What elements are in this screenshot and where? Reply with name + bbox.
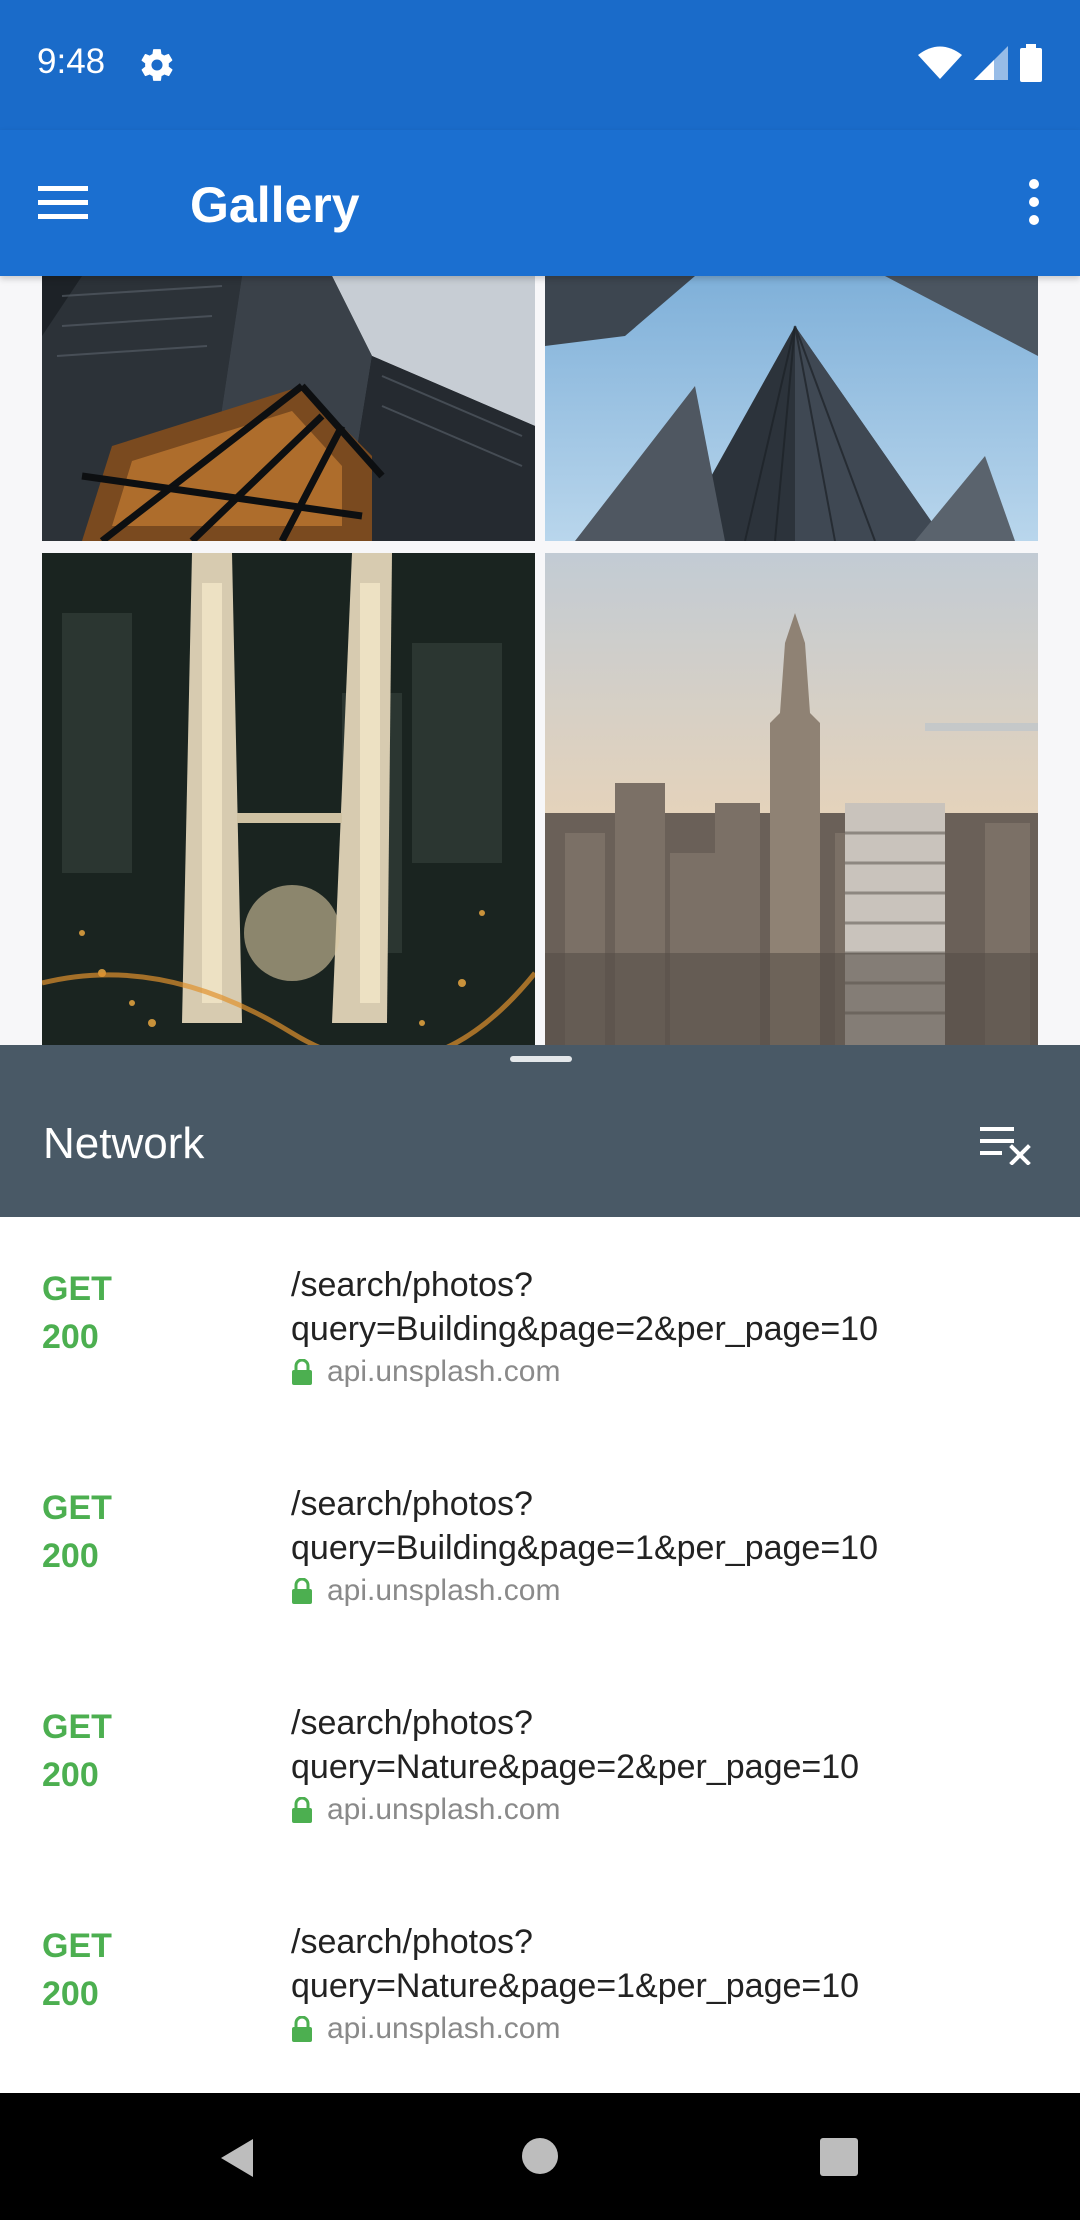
wifi-icon: [918, 46, 962, 85]
request-path: /search/photos? query=Nature&page=1&per_…: [291, 1920, 1051, 2008]
photo-grid: [0, 276, 1080, 1046]
network-request-list: GET 200 /search/photos? query=Building&p…: [0, 1217, 1080, 2093]
lock-icon: [292, 2016, 312, 2042]
network-panel-title: Network: [43, 1119, 205, 1168]
panel-drag-handle[interactable]: [510, 1056, 572, 1062]
request-method-status: GET 200: [42, 1922, 112, 2018]
clear-all-icon: [980, 1127, 1031, 1166]
request-path-line2: query=Nature&page=2&per_page=10: [291, 1748, 860, 1786]
request-host: api.unsplash.com: [291, 1355, 560, 1389]
request-status: 200: [42, 1537, 99, 1575]
request-path-line2: query=Nature&page=1&per_page=10: [291, 1967, 860, 2005]
network-panel-header: Network: [0, 1045, 1080, 1217]
settings-icon: [138, 46, 176, 84]
back-button[interactable]: [215, 2135, 261, 2181]
request-path: /search/photos? query=Building&page=2&pe…: [291, 1263, 1051, 1351]
request-method-status: GET 200: [42, 1703, 112, 1799]
request-status: 200: [42, 1975, 99, 2013]
more-vert-icon: [1029, 179, 1039, 225]
request-host-text: api.unsplash.com: [327, 2012, 561, 2045]
request-host: api.unsplash.com: [291, 1574, 560, 1608]
signal-icon: [974, 46, 1008, 85]
status-time: 9:48: [37, 42, 106, 81]
photo-tile[interactable]: [545, 553, 1038, 1046]
request-host: api.unsplash.com: [291, 2012, 560, 2046]
menu-icon: [38, 186, 88, 219]
request-path: /search/photos? query=Nature&page=2&per_…: [291, 1701, 1051, 1789]
overflow-menu-button[interactable]: [1014, 176, 1054, 232]
request-row[interactable]: GET 200 /search/photos? query=Building&p…: [0, 1436, 1080, 1655]
request-path-line1: /search/photos?: [291, 1704, 533, 1742]
request-host: api.unsplash.com: [291, 1793, 560, 1827]
status-bar: 9:48: [0, 0, 1080, 130]
recents-button[interactable]: [819, 2137, 859, 2177]
home-button[interactable]: [519, 2135, 561, 2177]
home-icon: [522, 2138, 558, 2174]
page-title: Gallery: [190, 177, 360, 233]
request-method-status: GET 200: [42, 1484, 112, 1580]
system-nav-bar: [0, 2093, 1080, 2220]
status-indicators: [918, 44, 1042, 87]
request-method: GET: [42, 1708, 112, 1746]
recents-icon: [820, 2138, 858, 2176]
app-bar: Gallery: [0, 130, 1080, 276]
photo-tile[interactable]: [545, 276, 1038, 541]
request-status: 200: [42, 1756, 99, 1794]
request-method: GET: [42, 1927, 112, 1965]
request-host-text: api.unsplash.com: [327, 1793, 561, 1826]
request-method: GET: [42, 1489, 112, 1527]
photo-tile[interactable]: [42, 553, 535, 1046]
request-path-line1: /search/photos?: [291, 1266, 533, 1304]
battery-icon: [1020, 44, 1042, 87]
lock-icon: [292, 1359, 312, 1385]
request-method: GET: [42, 1270, 112, 1308]
request-status: 200: [42, 1318, 99, 1356]
photo-tile[interactable]: [42, 276, 535, 541]
request-path: /search/photos? query=Building&page=1&pe…: [291, 1482, 1051, 1570]
request-host-text: api.unsplash.com: [327, 1355, 561, 1388]
menu-button[interactable]: [34, 180, 94, 226]
request-row[interactable]: GET 200 /search/photos? query=Building&p…: [0, 1217, 1080, 1436]
clear-requests-button[interactable]: [980, 1123, 1034, 1166]
lock-icon: [292, 1797, 312, 1823]
lock-icon: [292, 1578, 312, 1604]
request-path-line2: query=Building&page=1&per_page=10: [291, 1529, 878, 1567]
request-row[interactable]: GET 200 /search/photos? query=Nature&pag…: [0, 1874, 1080, 2093]
request-path-line2: query=Building&page=2&per_page=10: [291, 1310, 878, 1348]
request-path-line1: /search/photos?: [291, 1923, 533, 1961]
request-method-status: GET 200: [42, 1265, 112, 1361]
request-path-line1: /search/photos?: [291, 1485, 533, 1523]
request-row[interactable]: GET 200 /search/photos? query=Nature&pag…: [0, 1655, 1080, 1874]
request-host-text: api.unsplash.com: [327, 1574, 561, 1607]
back-icon: [221, 2139, 253, 2177]
